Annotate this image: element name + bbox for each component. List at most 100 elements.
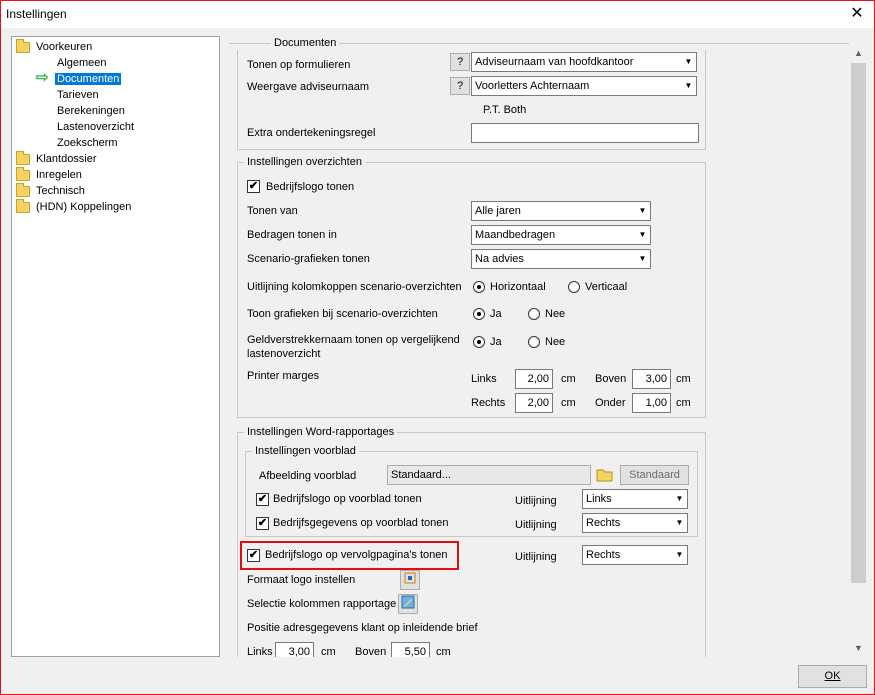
voorblad-title: Instellingen voorblad <box>252 445 359 458</box>
boven-label: Boven <box>595 373 627 385</box>
positie-boven-input[interactable]: 5,50 <box>391 642 430 657</box>
gegevens-voorblad-label: Bedrijfsgegevens op voorblad tonen <box>273 517 449 529</box>
folder-icon <box>16 151 30 165</box>
formaat-logo-label: Formaat logo instellen <box>247 574 356 586</box>
tonen-op-formulieren-select[interactable]: Adviseurnaam van hoofdkantoor ▼ <box>471 52 697 72</box>
verticaal-radio[interactable] <box>568 281 580 293</box>
extra-ondertekeningsregel-input[interactable] <box>471 123 699 143</box>
chevron-down-icon: ▼ <box>671 514 687 532</box>
tree-item-inregelen[interactable]: Inregelen <box>16 167 82 183</box>
bedrijfslogo-label: Bedrijfslogo tonen <box>266 181 355 193</box>
grafieken-label: Toon grafieken bij scenario-overzichten <box>247 308 438 320</box>
ok-button[interactable]: OK <box>798 665 867 688</box>
logo-voorblad-label: Bedrijfslogo op voorblad tonen <box>273 493 422 505</box>
close-icon[interactable]: ✕ <box>846 3 868 25</box>
tree-item-technisch[interactable]: Technisch <box>16 183 85 199</box>
tonen-van-label: Tonen van <box>247 205 298 217</box>
scroll-thumb[interactable] <box>851 63 866 583</box>
bedrijfslogo-checkbox[interactable]: ✔ <box>247 180 260 193</box>
title-bar: Instellingen ✕ <box>1 1 874 28</box>
grafieken-nee-radio[interactable] <box>528 308 540 320</box>
chevron-down-icon: ▼ <box>634 202 650 220</box>
tree-item-klantdossier[interactable]: Klantdossier <box>16 151 97 167</box>
afbeelding-voorblad-field[interactable]: Standaard... <box>387 465 591 485</box>
tree-item-documenten[interactable]: Documenten <box>55 71 122 87</box>
cm-label: cm <box>436 646 451 657</box>
edit-icon <box>401 595 415 612</box>
select-value: Voorletters Achternaam <box>475 80 590 92</box>
folder-open-icon[interactable] <box>596 467 614 483</box>
select-value: Rechts <box>586 517 621 529</box>
cm-label: cm <box>676 373 691 385</box>
tree-item-voorkeuren[interactable]: Voorkeuren <box>16 39 92 55</box>
selectie-kolommen-button[interactable] <box>398 594 418 614</box>
tree-label: Inregelen <box>36 169 82 181</box>
chevron-down-icon: ▼ <box>671 546 687 564</box>
printer-marges-label: Printer marges <box>247 370 320 382</box>
positie-boven-label: Boven <box>355 646 387 657</box>
scroll-down-icon[interactable]: ▼ <box>850 640 867 657</box>
scroll-up-icon[interactable]: ▲ <box>850 45 867 62</box>
help-button[interactable]: ? <box>450 77 470 95</box>
tree-item-lastenoverzicht[interactable]: Lastenoverzicht <box>57 119 134 135</box>
uitlijning-label: Uitlijning <box>515 551 557 563</box>
tree-item-algemeen[interactable]: Algemeen <box>57 55 107 71</box>
window-title: Instellingen <box>6 7 67 21</box>
uitlijning-label: Uitlijning <box>515 519 557 531</box>
folder-icon <box>16 167 30 181</box>
bedragen-select[interactable]: Maandbedragen ▼ <box>471 225 651 245</box>
afbeelding-voorblad-label: Afbeelding voorblad <box>259 470 357 482</box>
logo-vervolg-uitlijning-select[interactable]: Rechts ▼ <box>582 545 688 565</box>
word-title: Instellingen Word-rapportages <box>244 426 398 439</box>
marge-links-input[interactable]: 2,00 <box>515 369 553 389</box>
scenario-select[interactable]: Na advies ▼ <box>471 249 651 269</box>
chevron-down-icon: ▼ <box>680 53 696 71</box>
ja-label: Ja <box>490 308 502 320</box>
tree-label: Tarieven <box>57 89 99 101</box>
logo-vervolg-label: Bedrijfslogo op vervolgpagina's tonen <box>265 549 448 561</box>
marge-onder-input[interactable]: 1,00 <box>632 393 671 413</box>
grafieken-ja-radio[interactable] <box>473 308 485 320</box>
tree-item-hdn-koppelingen[interactable]: (HDN) Koppelingen <box>16 199 131 215</box>
tree-label: Algemeen <box>57 57 107 69</box>
chevron-down-icon: ▼ <box>634 250 650 268</box>
horizontaal-label: Horizontaal <box>490 281 546 293</box>
horizontaal-radio[interactable] <box>473 281 485 293</box>
tree-label: Documenten <box>55 73 122 85</box>
geldverstrekker-ja-radio[interactable] <box>473 336 485 348</box>
gegevens-voorblad-uitlijning-select[interactable]: Rechts ▼ <box>582 513 688 533</box>
logo-voorblad-uitlijning-select[interactable]: Links ▼ <box>582 489 688 509</box>
geldverstrekker-nee-radio[interactable] <box>528 336 540 348</box>
nee-label: Nee <box>545 336 566 348</box>
arrow-right-icon: ⇨ <box>36 69 49 86</box>
tree-label: Berekeningen <box>57 105 125 117</box>
documenten-title: Documenten <box>271 36 340 50</box>
tree-item-berekeningen[interactable]: Berekeningen <box>57 103 125 119</box>
scenario-label: Scenario-grafieken tonen <box>247 253 370 265</box>
logo-vervolg-checkbox[interactable]: ✔ <box>247 549 260 562</box>
chevron-down-icon: ▼ <box>671 490 687 508</box>
marge-rechts-input[interactable]: 2,00 <box>515 393 553 413</box>
chevron-down-icon: ▼ <box>680 77 696 95</box>
settings-tree: Voorkeuren Algemeen ⇨ Documenten Tarieve… <box>11 36 220 657</box>
tree-item-tarieven[interactable]: Tarieven <box>57 87 99 103</box>
gegevens-voorblad-checkbox[interactable]: ✔ <box>256 517 269 530</box>
positie-links-input[interactable]: 3,00 <box>275 642 314 657</box>
tree-item-zoekscherm[interactable]: Zoekscherm <box>57 135 118 151</box>
formaat-logo-button[interactable] <box>400 570 420 590</box>
uitlijning-kolomkoppen-label: Uitlijning kolomkoppen scenario-overzich… <box>247 281 462 293</box>
vertical-scrollbar[interactable]: ▲ ▼ <box>850 45 867 657</box>
tonen-van-select[interactable]: Alle jaren ▼ <box>471 201 651 221</box>
standaard-button[interactable]: Standaard <box>620 465 689 485</box>
weergave-adviseurnaam-label: Weergave adviseurnaam <box>247 81 370 93</box>
links-label: Links <box>471 373 497 385</box>
help-button[interactable]: ? <box>450 53 470 71</box>
logo-voorblad-checkbox[interactable]: ✔ <box>256 493 269 506</box>
uitlijning-label: Uitlijning <box>515 495 557 507</box>
weergave-adviseurnaam-select[interactable]: Voorletters Achternaam ▼ <box>471 76 697 96</box>
marge-boven-input[interactable]: 3,00 <box>632 369 671 389</box>
rechts-label: Rechts <box>471 397 506 409</box>
tree-label: Lastenoverzicht <box>57 121 135 133</box>
chevron-down-icon: ▼ <box>634 226 650 244</box>
adviseurnaam-preview: P.T. Both <box>483 104 527 116</box>
